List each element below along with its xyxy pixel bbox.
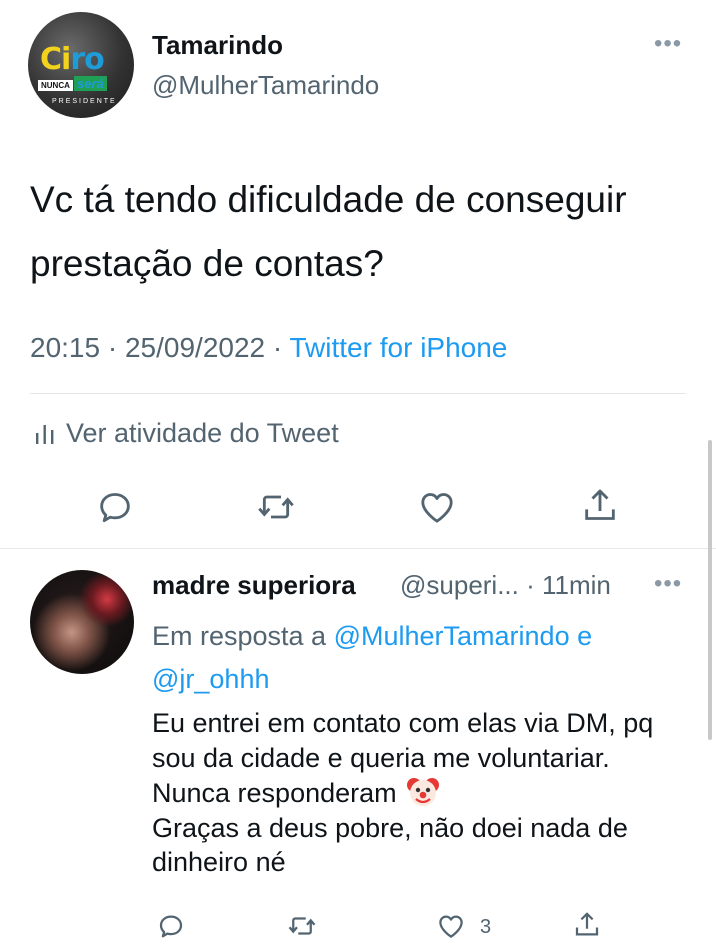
avatar-logo-presidente: PRESIDENTE: [52, 98, 117, 105]
like-icon[interactable]: [417, 487, 457, 527]
view-tweet-activity[interactable]: Ver atividade do Tweet: [34, 418, 339, 449]
avatar-logo-sera: será: [74, 76, 107, 91]
reply-time[interactable]: · 11min: [526, 570, 611, 600]
replying-to-label: Em resposta a: [152, 621, 327, 651]
reply-text-part2: Graças a deus pobre, não doei nada de di…: [152, 812, 628, 878]
reply-text-part1: Eu entrei em contato com elas via DM, pq…: [152, 708, 654, 808]
tweet-source-link[interactable]: Twitter for iPhone: [290, 332, 508, 363]
reply-text: Eu entrei em contato com elas via DM, pq…: [152, 706, 692, 880]
reply-author-name[interactable]: madre superiora: [152, 570, 356, 601]
activity-label: Ver atividade do Tweet: [66, 418, 339, 448]
meta-separator: ·: [100, 332, 125, 363]
reply-mention-2[interactable]: @jr_ohhh: [152, 664, 269, 694]
avatar-logo-nunca: NUNCA: [38, 80, 73, 91]
reply-like-icon[interactable]: [436, 911, 466, 941]
author-name[interactable]: Tamarindo: [152, 30, 283, 61]
reply-like-count: 3: [480, 916, 492, 938]
author-handle[interactable]: @MulherTamarindo: [152, 70, 379, 101]
reply-share-icon[interactable]: [572, 910, 602, 940]
tweet-date[interactable]: 25/09/2022: [125, 332, 265, 363]
section-separator: [0, 548, 716, 549]
bar-chart-icon: [36, 425, 54, 444]
clown-emoji-icon: [407, 778, 440, 806]
reply-author-meta: @superi... · 11min: [400, 570, 611, 601]
tweet-text: Vc tá tendo dificuldade de conseguir pre…: [30, 179, 627, 284]
tweet-time[interactable]: 20:15: [30, 332, 100, 363]
more-options-icon[interactable]: •••: [654, 32, 682, 56]
reply-mention-1[interactable]: @MulherTamarindo: [334, 621, 570, 651]
reply-more-options-icon[interactable]: •••: [654, 572, 682, 596]
reply-author-handle[interactable]: @superi...: [400, 570, 519, 600]
tweet-meta: 20:15 · 25/09/2022 · Twitter for iPhone: [30, 332, 507, 364]
reply-author-avatar[interactable]: [30, 570, 134, 674]
replying-to: Em resposta a @MulherTamarindo e @jr_ohh…: [152, 615, 692, 701]
scrollbar[interactable]: [708, 440, 712, 740]
reply-mention-conj: e: [577, 621, 593, 651]
author-avatar[interactable]: Ciro NUNCA será PRESIDENTE: [28, 12, 134, 118]
reply-retweet-icon[interactable]: [287, 911, 317, 941]
retweet-icon[interactable]: [256, 487, 296, 527]
meta-separator: ·: [265, 332, 290, 363]
divider: [30, 393, 686, 394]
reply-icon[interactable]: [95, 487, 135, 527]
avatar-logo-ciro: Ciro: [40, 42, 105, 77]
reply-reply-icon[interactable]: [156, 911, 186, 941]
share-icon[interactable]: [580, 486, 620, 526]
